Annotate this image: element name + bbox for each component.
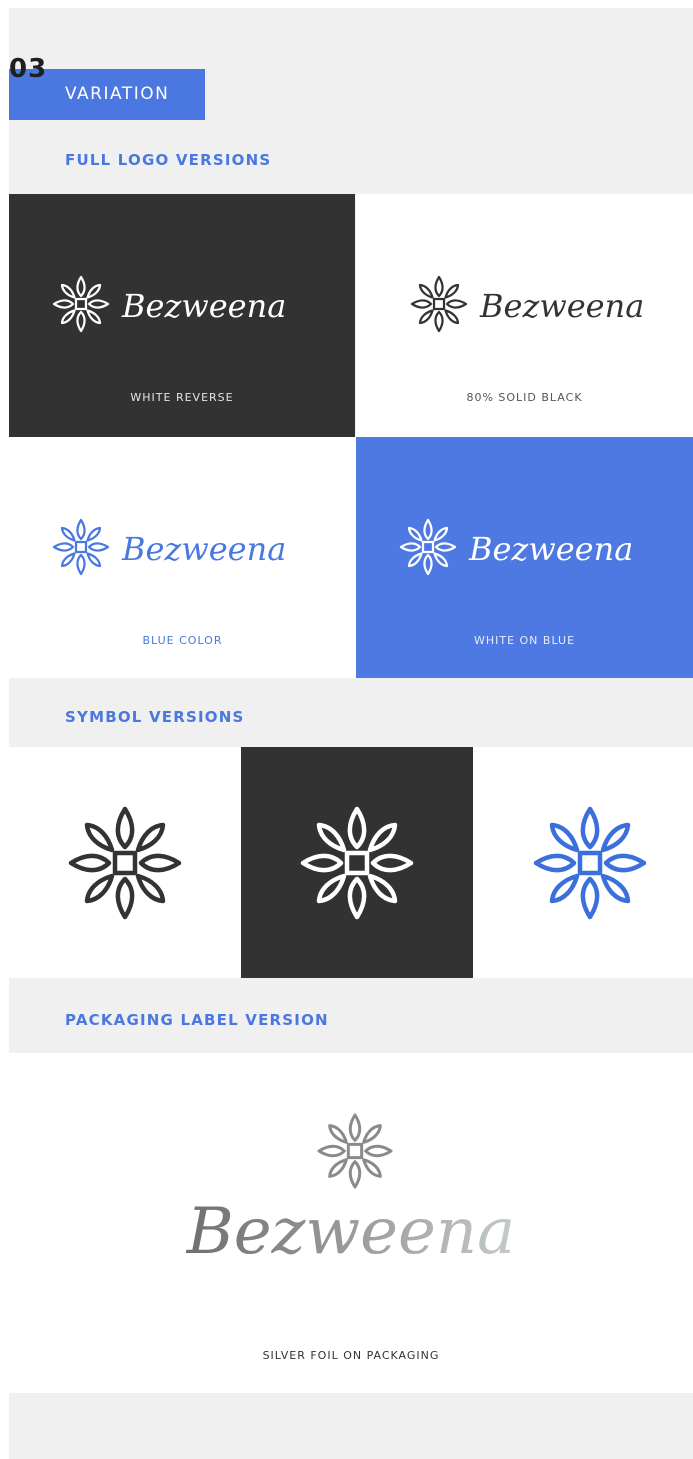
logo-white-reverse: Bezweena <box>52 275 286 333</box>
logo-white-reverse-panel: Bezweena WHITE REVERSE <box>9 194 355 437</box>
wordmark: Bezweena <box>121 287 286 325</box>
variation-page: 03 VARIATION FULL LOGO VERSIONS Bezweena… <box>9 8 693 1459</box>
flower-symbol-icon <box>297 803 417 923</box>
symbol-blue-panel <box>473 747 693 978</box>
packaging-wordmark: Bezweena <box>186 1195 516 1269</box>
logo-white-on-blue-panel: Bezweena WHITE ON BLUE <box>356 437 693 678</box>
packaging-panel: Bezweena SILVER FOIL ON PACKAGING <box>9 1053 693 1393</box>
symbol-versions-heading: SYMBOL VERSIONS <box>65 708 245 726</box>
caption-solid-black: 80% SOLID BLACK <box>466 391 583 404</box>
section-title: VARIATION <box>65 84 170 104</box>
logo-solid-black-panel: Bezweena 80% SOLID BLACK <box>356 194 693 437</box>
wordmark: Bezweena <box>121 530 286 568</box>
wordmark: Bezweena <box>468 530 633 568</box>
section-number: 03 <box>9 54 48 84</box>
logo-white-on-blue: Bezweena <box>399 518 633 576</box>
logo-blue-color: Bezweena <box>52 518 286 576</box>
logo-blue-color-panel: Bezweena BLUE COLOR <box>9 437 356 678</box>
flower-symbol-icon <box>315 1111 395 1191</box>
symbol-white-panel <box>241 747 473 978</box>
logo-solid-black: Bezweena <box>410 275 644 333</box>
svg-text:Bezweena: Bezweena <box>186 1195 516 1269</box>
caption-silver-foil: SILVER FOIL ON PACKAGING <box>262 1349 440 1362</box>
symbol-black-panel <box>9 747 241 978</box>
caption-white-reverse: WHITE REVERSE <box>130 391 234 404</box>
caption-white-on-blue: WHITE ON BLUE <box>473 634 576 647</box>
wordmark: Bezweena <box>479 287 644 325</box>
packaging-heading: PACKAGING LABEL VERSION <box>65 1011 329 1029</box>
caption-blue-color: BLUE COLOR <box>142 634 223 647</box>
flower-symbol-icon <box>65 803 185 923</box>
flower-symbol-icon <box>530 803 650 923</box>
full-logo-heading: FULL LOGO VERSIONS <box>65 151 272 169</box>
